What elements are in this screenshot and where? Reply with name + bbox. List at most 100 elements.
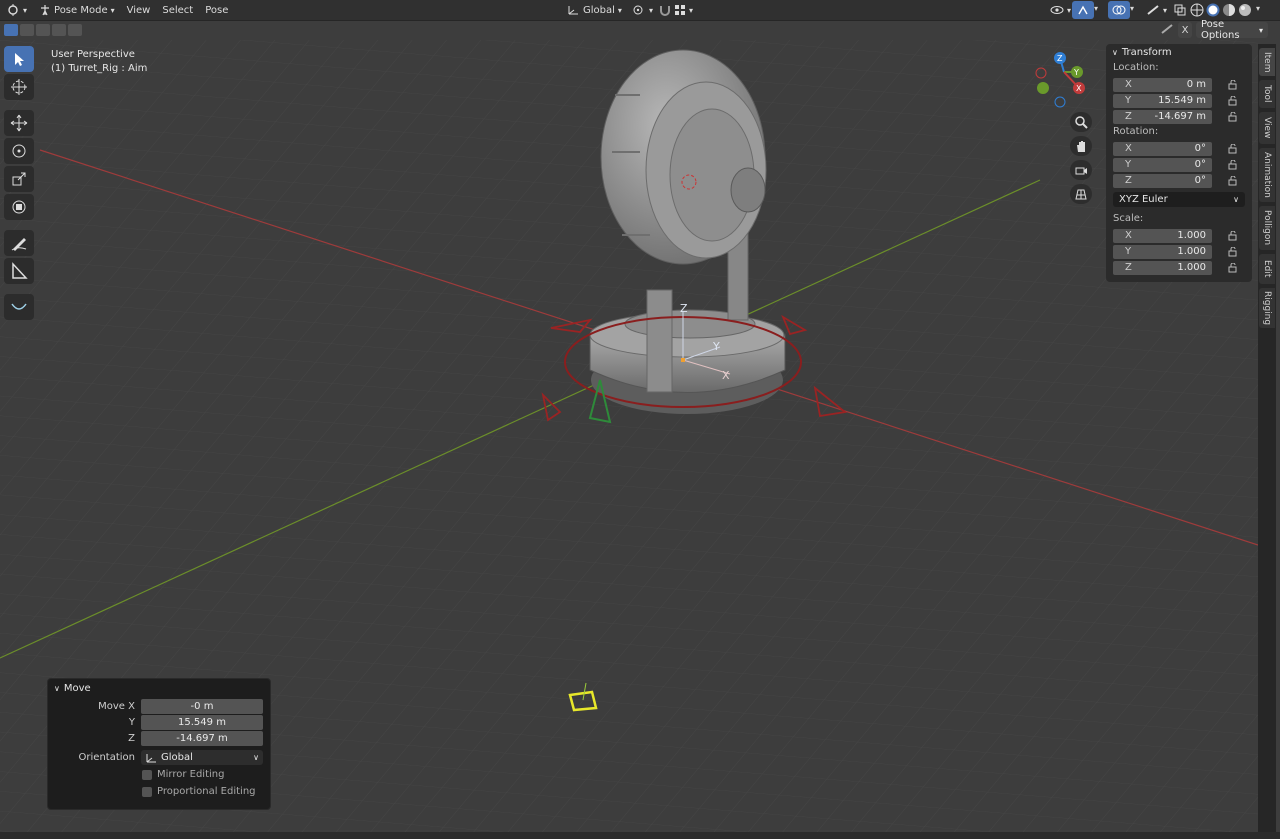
move-y-field[interactable]: 15.549 m: [141, 715, 263, 730]
transform-panel-header[interactable]: ∨ Transform: [1106, 44, 1252, 60]
manipulator-x-label: X: [722, 369, 730, 382]
scale-z-field[interactable]: Z 1.000: [1113, 260, 1212, 275]
tab-rigging-label: Rigging: [1262, 290, 1272, 326]
measure-tool-button[interactable]: [4, 258, 34, 284]
overlays-icon: [1112, 5, 1126, 15]
select-extend-icon[interactable]: [20, 24, 34, 36]
zoom-button[interactable]: [1070, 112, 1092, 132]
scale-x-axis: X: [1125, 230, 1132, 241]
shading-dropdown-icon[interactable]: ▾: [1256, 4, 1260, 13]
solid-shading-icon[interactable]: [1206, 3, 1220, 17]
orientation-row: Orientation Global ∨: [48, 749, 270, 766]
select-intersect-icon[interactable]: [68, 24, 82, 36]
redo-panel-header[interactable]: ∨ Move: [48, 679, 270, 698]
location-z-row: Z -14.697 m: [1113, 109, 1252, 124]
relax-tool-button[interactable]: [4, 294, 34, 320]
overlays-toggle[interactable]: [1108, 1, 1130, 19]
tab-item[interactable]: Item: [1259, 48, 1275, 76]
rotation-y-field[interactable]: Y 0°: [1113, 157, 1212, 172]
tab-tool[interactable]: Tool: [1259, 80, 1275, 108]
move-x-field[interactable]: -0 m: [141, 699, 263, 714]
rendered-shading-icon[interactable]: [1238, 3, 1252, 17]
lock-icon[interactable]: [1228, 159, 1242, 170]
selection-mode-buttons: [4, 24, 82, 36]
rotate-tool-button[interactable]: [4, 138, 34, 164]
gizmo-toggle[interactable]: [1072, 1, 1094, 19]
orientation-axes-icon: [146, 753, 156, 762]
rotation-mode-value: XYZ Euler: [1119, 194, 1168, 205]
tab-edit[interactable]: Edit: [1259, 254, 1275, 284]
move-tool-button[interactable]: [4, 110, 34, 136]
rotation-mode-dropdown[interactable]: XYZ Euler ∨: [1113, 192, 1245, 207]
wireframe-shading-icon[interactable]: [1190, 3, 1204, 17]
menu-view[interactable]: View: [121, 0, 157, 20]
transform-tool-button[interactable]: [4, 194, 34, 220]
perspective-toggle-button[interactable]: [1070, 184, 1092, 204]
gizmo-dropdown-icon[interactable]: ▾: [1094, 4, 1098, 13]
xray-axis-button[interactable]: X: [1178, 22, 1192, 38]
lock-icon[interactable]: [1228, 230, 1242, 241]
hand-icon: [1077, 141, 1085, 152]
proportional-editing-checkbox[interactable]: Proportional Editing: [48, 783, 270, 800]
menu-select[interactable]: Select: [156, 0, 199, 20]
transform-orientation-selector[interactable]: Global ▾: [560, 0, 628, 20]
location-z-field[interactable]: Z -14.697 m: [1113, 109, 1212, 124]
mode-selector[interactable]: Pose Mode ▾: [33, 0, 121, 20]
mirror-editing-checkbox[interactable]: Mirror Editing: [48, 766, 270, 783]
scale-tool-button[interactable]: [4, 166, 34, 192]
scale-y-field[interactable]: Y 1.000: [1113, 244, 1212, 259]
scale-x-value: 1.000: [1177, 230, 1206, 241]
lock-icon[interactable]: [1228, 262, 1242, 273]
zoom-icon: [1075, 116, 1088, 129]
location-x-row: X 0 m: [1113, 77, 1252, 92]
select-invert-icon[interactable]: [52, 24, 66, 36]
location-y-axis: Y: [1125, 95, 1132, 106]
editor-type-button[interactable]: ▾: [0, 0, 33, 20]
mirror-editing-label: Mirror Editing: [157, 769, 225, 780]
pan-button[interactable]: [1070, 136, 1092, 156]
bone-overlays-selector[interactable]: ▾: [1140, 0, 1173, 20]
navigation-gizmo[interactable]: Z Y X: [1030, 50, 1090, 113]
tab-view[interactable]: View: [1259, 112, 1275, 144]
move-z-field[interactable]: -14.697 m: [141, 731, 263, 746]
location-x-field[interactable]: X 0 m: [1113, 77, 1212, 92]
camera-icon: [1075, 167, 1087, 175]
overlays-dropdown-icon[interactable]: ▾: [1130, 4, 1134, 13]
tab-polligon[interactable]: Polligon: [1259, 206, 1275, 250]
location-x-value: 0 m: [1186, 79, 1206, 90]
gizmo-neg-y-icon[interactable]: [1037, 82, 1049, 94]
tab-item-label: Item: [1262, 51, 1272, 73]
scale-y-row: Y 1.000: [1113, 244, 1252, 259]
menu-pose[interactable]: Pose: [199, 0, 234, 20]
lock-icon[interactable]: [1228, 111, 1242, 122]
rotation-z-field[interactable]: Z 0°: [1113, 173, 1212, 188]
chevron-down-icon: ∨: [253, 753, 259, 762]
material-shading-icon[interactable]: [1222, 3, 1236, 17]
xray-toggle[interactable]: [1170, 1, 1190, 19]
mode-label: Pose Mode: [54, 4, 108, 16]
lock-icon[interactable]: [1228, 175, 1242, 186]
gizmo-neg-z-icon[interactable]: [1054, 96, 1066, 108]
annotate-tool-button[interactable]: [4, 230, 34, 256]
xray-bone-icon[interactable]: [1160, 23, 1174, 38]
location-y-field[interactable]: Y 15.549 m: [1113, 93, 1212, 108]
select-tool-button[interactable]: [4, 46, 34, 72]
camera-view-button[interactable]: [1070, 160, 1092, 180]
lock-icon[interactable]: [1228, 95, 1242, 106]
scale-x-field[interactable]: X 1.000: [1113, 228, 1212, 243]
orientation-dropdown[interactable]: Global ∨: [141, 750, 263, 765]
pose-options-dropdown[interactable]: Pose Options ▾: [1196, 19, 1268, 41]
gizmo-neg-x-icon[interactable]: [1035, 67, 1047, 79]
lock-icon[interactable]: [1228, 79, 1242, 90]
rotation-x-axis: X: [1125, 143, 1132, 154]
tab-rigging[interactable]: Rigging: [1259, 288, 1275, 328]
lock-icon[interactable]: [1228, 246, 1242, 257]
select-new-icon[interactable]: [4, 24, 18, 36]
cursor-tool-button[interactable]: [4, 74, 34, 100]
tool-settings-bar: [0, 21, 1280, 39]
tab-animation[interactable]: Animation: [1259, 148, 1275, 202]
select-subtract-icon[interactable]: [36, 24, 50, 36]
rotation-x-field[interactable]: X 0°: [1113, 141, 1212, 156]
lock-icon[interactable]: [1228, 143, 1242, 154]
snap-target-selector[interactable]: ▾: [668, 0, 699, 20]
